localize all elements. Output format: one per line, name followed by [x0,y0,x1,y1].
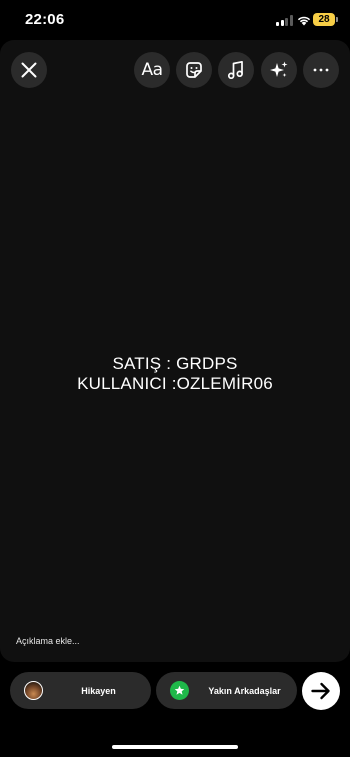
story-text-line-1: SATIŞ : GRDPS [112,354,238,373]
story-text-line-2: KULLANICI :OZLEMİR06 [77,374,273,393]
close-button[interactable] [11,52,47,88]
share-your-story-button[interactable]: Hikayen [10,672,151,709]
avatar [24,681,43,700]
text-tool-label: Aa [141,60,163,80]
music-button[interactable] [218,52,254,88]
close-friends-label: Yakın Arkadaşlar [208,685,281,696]
status-bar: 22:06 28 [0,0,350,42]
sparkles-icon [270,61,288,77]
arrow-right-icon [311,682,330,700]
sticker-icon [186,62,202,78]
text-tool-button[interactable]: Aa [134,52,170,88]
more-options-button[interactable] [303,52,339,88]
share-close-friends-button[interactable]: Yakın Arkadaşlar [156,672,297,709]
caption-input[interactable]: Açıklama ekle... [16,636,80,646]
story-canvas[interactable] [0,40,350,662]
wifi-icon [297,16,311,26]
close-icon [21,62,37,78]
effects-button[interactable] [261,52,297,88]
battery-indicator: 28 [313,13,335,26]
cellular-signal-icon [276,15,293,26]
music-note-icon [227,60,243,80]
send-button[interactable] [302,672,340,710]
sticker-button[interactable] [176,52,212,88]
your-story-label: Hikayen [81,685,116,696]
status-time: 22:06 [25,11,65,28]
more-horizontal-icon [313,68,329,72]
close-friends-star-icon [170,681,189,700]
battery-tip [336,17,338,22]
story-text-block[interactable]: SATIŞ : GRDPS KULLANICI :OZLEMİR06 [0,354,350,394]
home-indicator[interactable] [112,745,238,749]
